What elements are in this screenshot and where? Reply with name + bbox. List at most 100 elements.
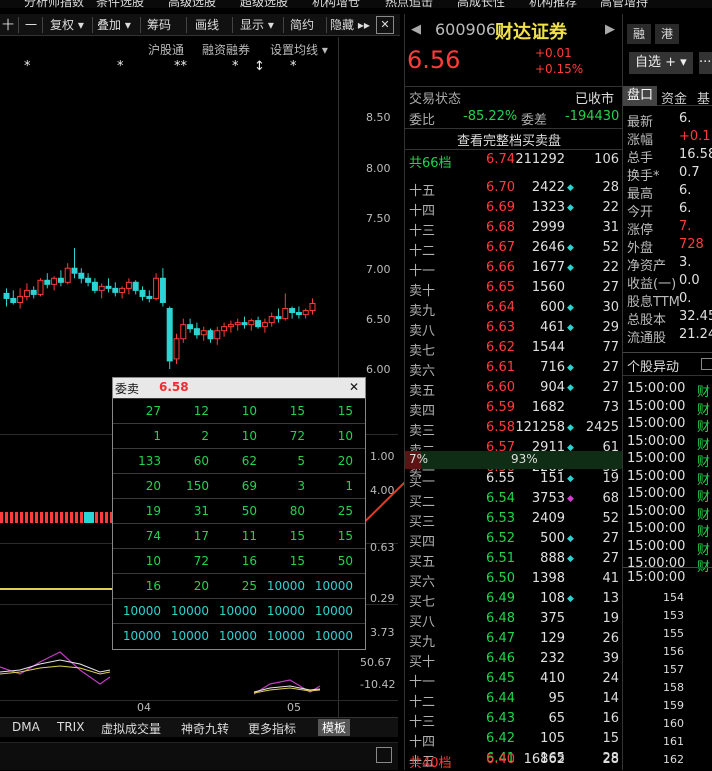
- tab-capital[interactable]: 资金: [661, 88, 687, 107]
- popup-cell: 5: [297, 454, 305, 468]
- hide-button[interactable]: 隐藏 ▸▸: [330, 16, 370, 34]
- bid-row[interactable]: 十一 6.45 410 24: [405, 670, 623, 690]
- popup-cell: 15: [337, 404, 353, 418]
- bid-row[interactable]: 十二 6.44 95 14: [405, 690, 623, 710]
- level-label: 十四: [409, 204, 436, 219]
- hk-tag[interactable]: 港: [655, 24, 679, 44]
- level-count: 28: [602, 180, 619, 195]
- abnormal-row[interactable]: 15:00:00 财: [623, 538, 712, 558]
- abnormal-row[interactable]: 15:00:00 财: [623, 415, 712, 435]
- close-icon[interactable]: ✕: [349, 380, 359, 394]
- abnormal-checkbox[interactable]: [701, 358, 712, 370]
- simple-button[interactable]: 简约: [290, 16, 314, 34]
- more-icon[interactable]: ···: [699, 52, 712, 74]
- menu-item[interactable]: 机构推荐: [529, 0, 577, 8]
- order-diamond-icon: ◆: [567, 363, 574, 373]
- candle: [146, 290, 153, 303]
- bid-row[interactable]: 买八 6.48 375 19: [405, 610, 623, 630]
- ask-row[interactable]: 卖五 6.60 904 27 ◆: [405, 379, 623, 399]
- tab-basic[interactable]: 基: [697, 88, 710, 107]
- abnormal-time: 15:00:00: [627, 416, 686, 431]
- bid-row[interactable]: 买五 6.51 888 27 ◆: [405, 550, 623, 570]
- popup-cell: 15: [337, 529, 353, 543]
- menu-item[interactable]: 高级选股: [168, 0, 216, 8]
- price-change-pct: +0.15%: [535, 62, 584, 76]
- menu-item[interactable]: 超级选股: [240, 0, 288, 8]
- price-tick: 8.00: [366, 162, 391, 175]
- ask-row[interactable]: 十四 6.69 1323 22 ◆: [405, 199, 623, 219]
- margin-tag[interactable]: 融: [627, 24, 651, 44]
- abnormal-row[interactable]: 15:00:00 财: [623, 450, 712, 470]
- abnormal-row[interactable]: 15:00:00 财: [623, 380, 712, 400]
- popup-cell: 69: [241, 479, 257, 493]
- chips-button[interactable]: 筹码: [147, 16, 171, 34]
- menu-item[interactable]: 分析师指数: [24, 0, 84, 8]
- ask-row[interactable]: 十五 6.70 2422 28 ◆: [405, 179, 623, 199]
- ask-row[interactable]: 卖四 6.59 1682 73: [405, 399, 623, 419]
- bid-row[interactable]: 买一 6.55 151 19 ◆: [405, 470, 623, 490]
- tab-virtual-volume[interactable]: 虚拟成交量: [101, 720, 161, 737]
- download-icon[interactable]: [376, 747, 392, 763]
- abnormal-row[interactable]: 15:00:00 财: [623, 433, 712, 453]
- level-count: 2425: [585, 420, 619, 435]
- sell-total-cnt: 106: [594, 152, 619, 167]
- sell-queue-popup[interactable]: 委卖 6.58 ✕ 27 12 10 15 15 1 2 10 72 10 133 60 62 5 20 20…: [112, 377, 366, 650]
- draw-button[interactable]: 画线: [195, 16, 219, 34]
- candle: [132, 280, 139, 295]
- ask-row[interactable]: 卖十 6.65 1560 27: [405, 279, 623, 299]
- tab-trix[interactable]: TRIX: [57, 720, 84, 734]
- bid-row[interactable]: 买十 6.46 232 39: [405, 650, 623, 670]
- bid-row[interactable]: 买三 6.53 2409 52: [405, 510, 623, 530]
- full-book-button[interactable]: 查看完整档买卖盘: [457, 130, 561, 149]
- menu-item[interactable]: 热点追击: [385, 0, 433, 8]
- stat-row: 最高 6.: [623, 182, 712, 202]
- adjust-dropdown[interactable]: 复权 ▾: [50, 16, 84, 34]
- ask-row[interactable]: 卖七 6.62 1544 77: [405, 339, 623, 359]
- menu-item[interactable]: 机构增仓: [312, 0, 360, 8]
- tab-magic-nine[interactable]: 神奇九转: [181, 720, 229, 737]
- ask-row[interactable]: 卖六 6.61 716 27 ◆: [405, 359, 623, 379]
- tab-template[interactable]: 模板: [318, 719, 351, 736]
- prev-stock-icon[interactable]: ◀: [411, 22, 421, 37]
- bid-row[interactable]: 十四 6.42 105 15: [405, 730, 623, 750]
- order-diamond-icon: ◆: [567, 534, 574, 544]
- next-stock-icon[interactable]: ▶: [605, 22, 615, 37]
- ask-row[interactable]: 卖八 6.63 461 29 ◆: [405, 319, 623, 339]
- level-volume: 1544: [531, 340, 565, 355]
- ask-row[interactable]: 十一 6.66 1677 22 ◆: [405, 259, 623, 279]
- bid-row[interactable]: 买四 6.52 500 27 ◆: [405, 530, 623, 550]
- bid-row[interactable]: 十三 6.43 65 16: [405, 710, 623, 730]
- bid-row[interactable]: 买二 6.54 3753 68 ◆: [405, 490, 623, 510]
- stat-row: 换手* 0.7: [623, 164, 712, 184]
- candle: [173, 333, 180, 364]
- menu-item[interactable]: 高成长性: [457, 0, 505, 8]
- bid-row[interactable]: 买六 6.50 1398 41: [405, 570, 623, 590]
- ask-row[interactable]: 卖三 6.58 121258 2425 ◆: [405, 419, 623, 439]
- tick-value: 154: [663, 591, 684, 604]
- display-dropdown[interactable]: 显示 ▾: [240, 16, 274, 34]
- expand-icon[interactable]: ✕: [376, 16, 394, 34]
- menu-item[interactable]: 条件选股: [96, 0, 144, 8]
- zoom-in-button[interactable]: 十: [2, 16, 14, 34]
- candle: [275, 308, 282, 323]
- menu-item[interactable]: 高管增持: [600, 0, 648, 8]
- tab-handicap[interactable]: 盘口: [623, 86, 657, 106]
- tab-dma[interactable]: DMA: [12, 720, 40, 734]
- zoom-out-button[interactable]: 一: [25, 16, 37, 34]
- abnormal-row[interactable]: 15:00:00 财: [623, 398, 712, 418]
- abnormal-row[interactable]: 15:00:00 财: [623, 520, 712, 540]
- bid-row[interactable]: 买九 6.47 129 26: [405, 630, 623, 650]
- ask-row[interactable]: 卖九 6.64 600 30 ◆: [405, 299, 623, 319]
- abnormal-row[interactable]: 15:00:00 财: [623, 485, 712, 505]
- overlay-dropdown[interactable]: 叠加 ▾: [97, 16, 131, 34]
- panel-divider: [0, 700, 398, 701]
- level-price: 6.67: [486, 240, 515, 255]
- add-watchlist-button[interactable]: 自选 + ▾: [629, 52, 693, 74]
- tab-more-indicators[interactable]: 更多指标: [248, 720, 296, 737]
- ask-row[interactable]: 十二 6.67 2646 52 ◆: [405, 239, 623, 259]
- ask-row[interactable]: 十三 6.68 2999 31: [405, 219, 623, 239]
- abnormal-row[interactable]: 15:00:00 财: [623, 503, 712, 523]
- bid-row[interactable]: 买七 6.49 108 13 ◆: [405, 590, 623, 610]
- level-price: 6.58: [486, 420, 515, 435]
- abnormal-row[interactable]: 15:00:00 财: [623, 468, 712, 488]
